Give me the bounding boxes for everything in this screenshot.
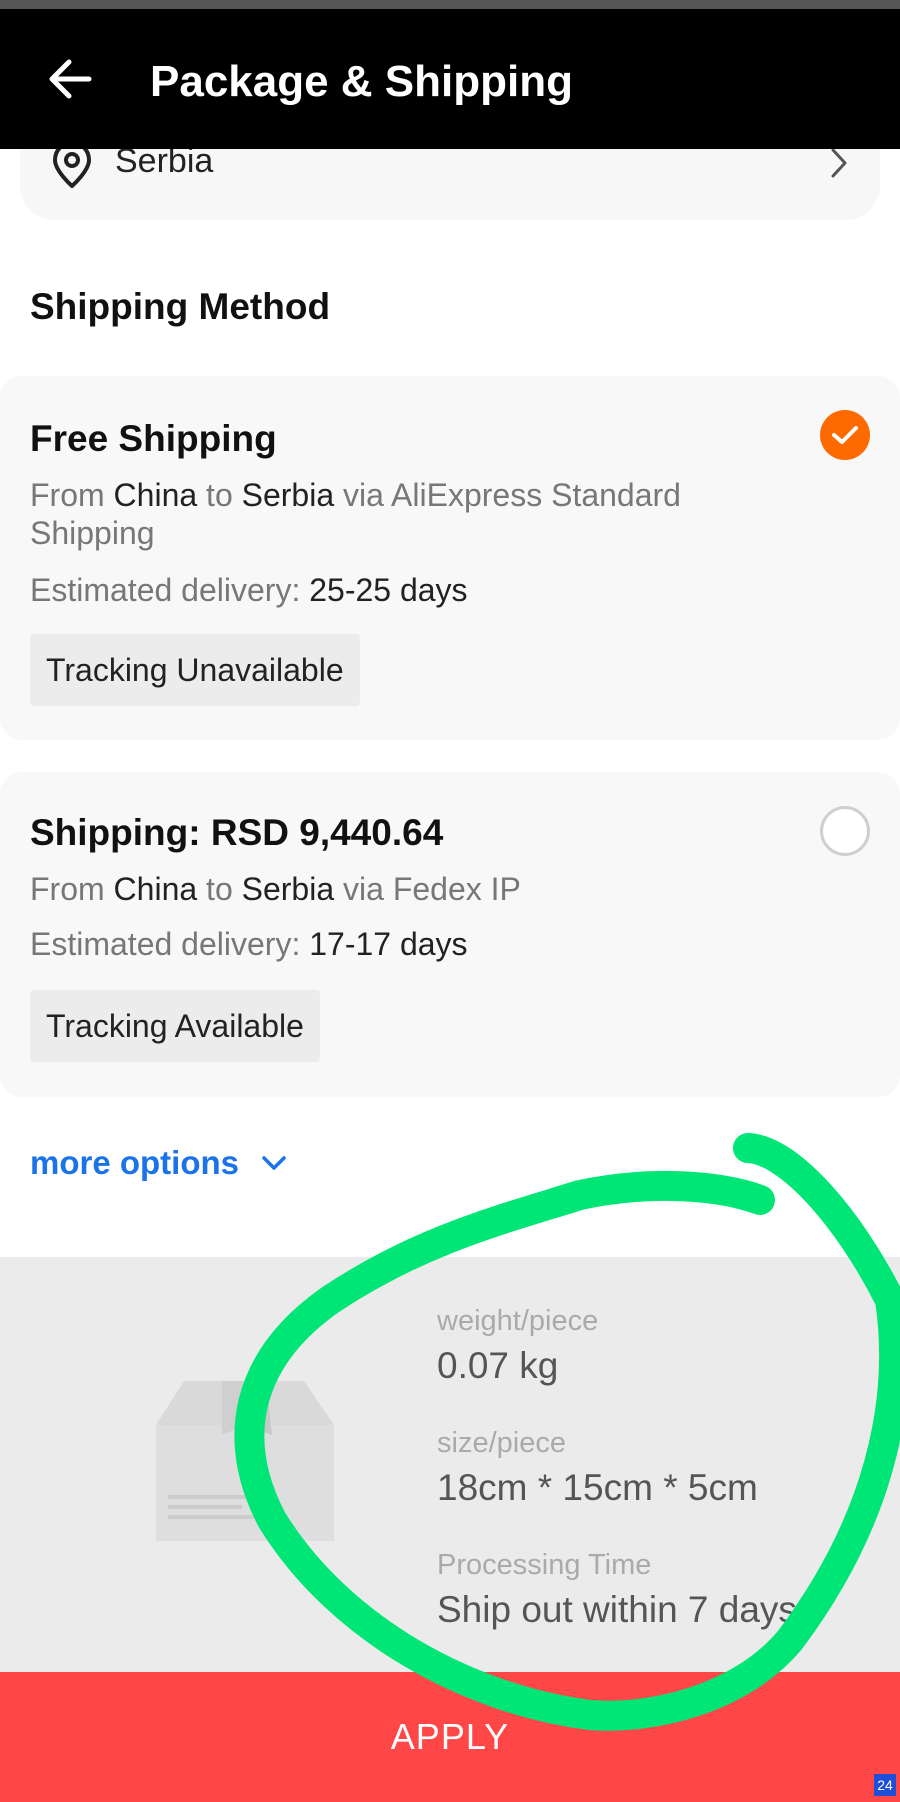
- processing-time-label: Processing Time: [437, 1549, 652, 1581]
- weight-label: weight/piece: [437, 1305, 599, 1337]
- more-options-link[interactable]: more options: [30, 1144, 287, 1182]
- top-bar: Package & Shipping: [0, 9, 900, 149]
- package-box-icon: [156, 1381, 334, 1541]
- size-label: size/piece: [437, 1427, 566, 1459]
- shipping-option-title: Free Shipping: [30, 418, 277, 459]
- back-button[interactable]: [40, 49, 100, 109]
- more-options-label: more options: [30, 1144, 240, 1181]
- arrow-left-icon: [49, 59, 92, 99]
- shipping-route: From China to Serbia via Fedex IP: [30, 871, 521, 907]
- radio-selected[interactable]: [820, 410, 870, 460]
- radio-unselected[interactable]: [820, 806, 870, 856]
- corner-badge: 24: [874, 1774, 896, 1796]
- status-strip: [0, 0, 900, 9]
- weight-value: 0.07 kg: [437, 1345, 559, 1386]
- checkmark-icon: [832, 426, 858, 444]
- tracking-badge: Tracking Available: [30, 990, 320, 1062]
- package-info-panel: weight/piece 0.07 kg size/piece 18cm * 1…: [0, 1257, 900, 1672]
- page-title: Package & Shipping: [150, 57, 573, 106]
- shipping-option-free[interactable]: Free Shipping From China to Serbia via A…: [0, 376, 900, 740]
- estimated-delivery: Estimated delivery: 17-17 days: [30, 926, 468, 962]
- size-value: 18cm * 15cm * 5cm: [437, 1467, 758, 1508]
- apply-button[interactable]: APPLY: [0, 1672, 900, 1802]
- shipping-method-heading: Shipping Method: [30, 286, 331, 327]
- shipping-option-fedex[interactable]: Shipping: RSD 9,440.64 From China to Ser…: [0, 772, 900, 1097]
- chevron-right-icon: [831, 148, 847, 178]
- chevron-down-icon: [262, 1156, 286, 1170]
- estimated-delivery: Estimated delivery: 25-25 days: [30, 572, 468, 608]
- shipping-option-title: Shipping: RSD 9,440.64: [30, 812, 444, 853]
- shipping-route: From China to Serbia via AliExpress Stan…: [30, 477, 681, 551]
- tracking-badge: Tracking Unavailable: [30, 634, 360, 706]
- processing-time-value: Ship out within 7 days: [437, 1589, 797, 1630]
